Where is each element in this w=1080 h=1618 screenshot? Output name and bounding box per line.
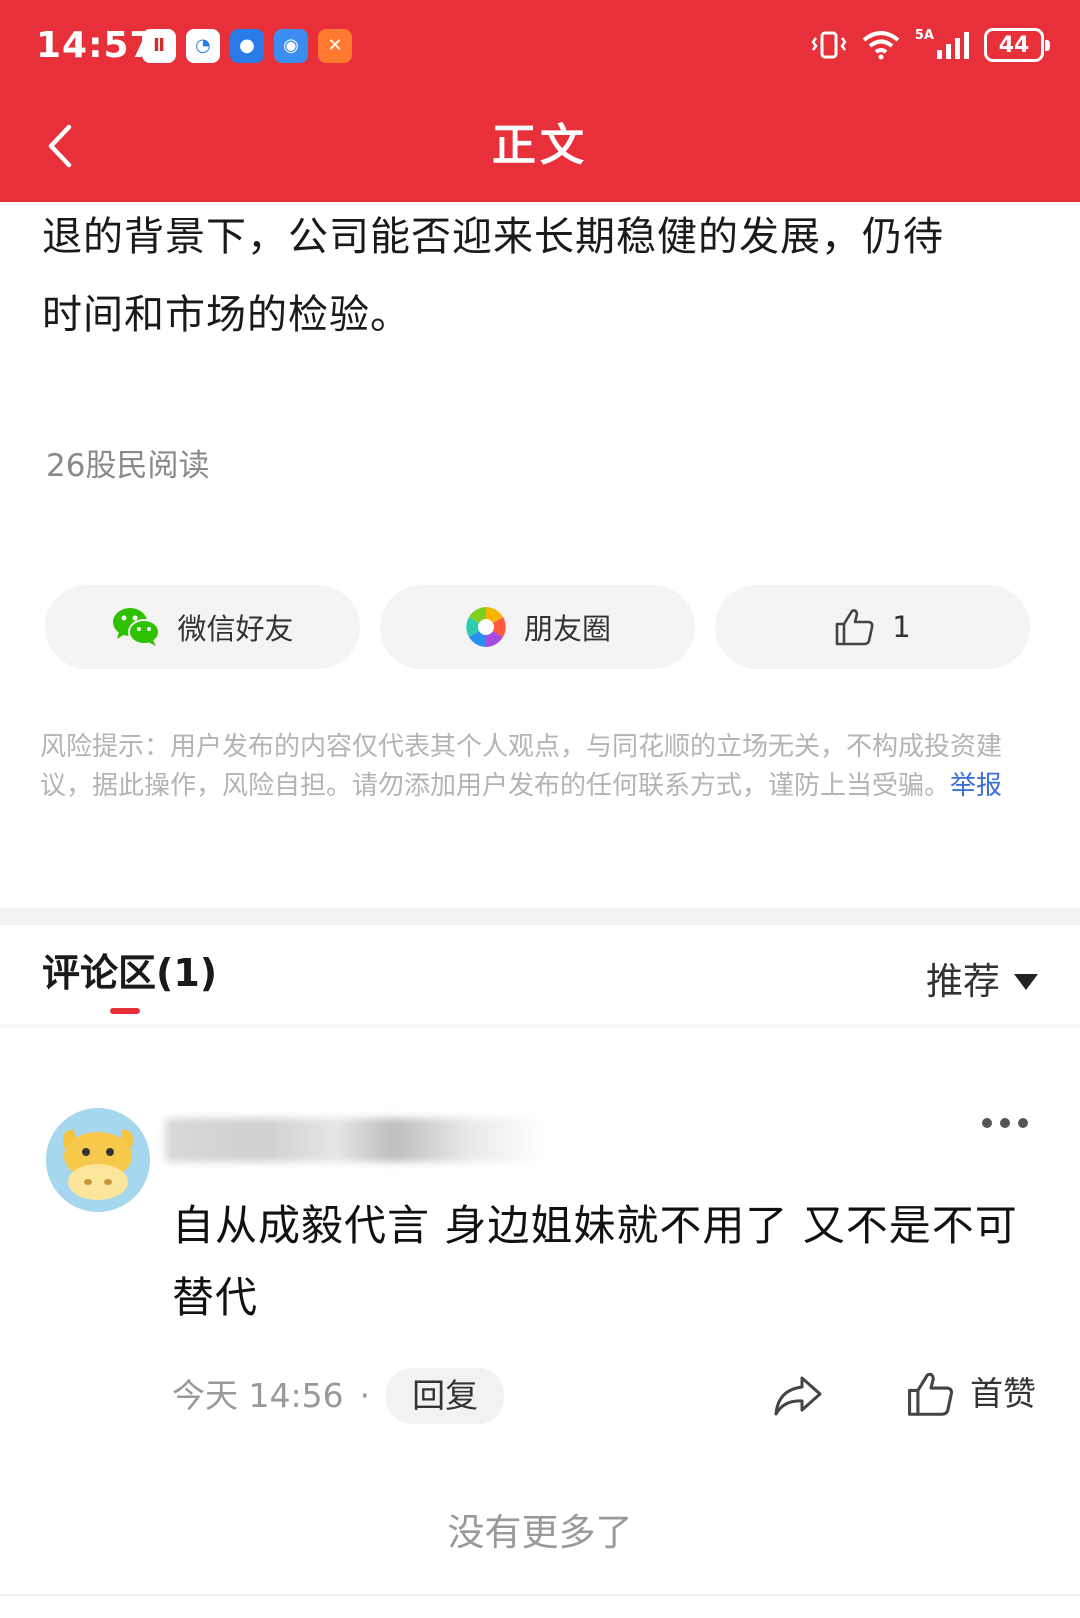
- meta-separator: ·: [359, 1376, 371, 1415]
- more-options-button[interactable]: [982, 1118, 1028, 1128]
- vibrate-icon: [811, 30, 847, 60]
- more-dots-icon: [982, 1118, 992, 1128]
- battery-indicator: 44: [984, 28, 1050, 62]
- more-dots-icon: [1000, 1118, 1010, 1128]
- page-title: 正文: [492, 120, 588, 171]
- share-moments-label: 朋友圈: [523, 612, 611, 646]
- article-body: 退的背景下，公司能否迎来长期稳健的发展，仍待 时间和市场的检验。: [42, 198, 1042, 354]
- section-divider: [0, 908, 1080, 925]
- article-line: 退的背景下，公司能否迎来长期稳健的发展，仍待: [42, 214, 944, 260]
- share-moments-button[interactable]: 朋友圈: [380, 585, 695, 669]
- share-row: 微信好友 朋友圈 1: [45, 585, 1035, 669]
- sort-label: 推荐: [926, 960, 1000, 1003]
- article-line: 时间和市场的检验。: [42, 292, 411, 338]
- moments-aperture-icon: [465, 607, 506, 647]
- comment-sort-dropdown[interactable]: 推荐: [926, 958, 1038, 1006]
- article-page: 14:57 Ⅱ ◔ ● ◉ ✕ 5A 44 正文 退的背景下，公司能否迎来长期稳…: [0, 0, 1080, 1618]
- share-wechat-label: 微信好友: [177, 612, 294, 646]
- broadcast-app-icon: ◉: [274, 29, 308, 63]
- thumbs-up-icon: [908, 1372, 954, 1416]
- avatar[interactable]: [46, 1108, 150, 1212]
- share-wechat-button[interactable]: 微信好友: [45, 585, 360, 669]
- status-time: 14:57: [36, 25, 156, 66]
- more-dots-icon: [1018, 1118, 1028, 1128]
- like-article-button[interactable]: 1: [715, 585, 1030, 669]
- cartoon-cow-avatar-icon: [46, 1108, 150, 1212]
- comments-title[interactable]: 评论区(1): [42, 948, 217, 998]
- status-bar: 14:57 Ⅱ ◔ ● ◉ ✕ 5A 44: [0, 0, 1080, 96]
- comment-share-button[interactable]: [770, 1368, 826, 1424]
- risk-disclaimer: 风险提示：用户发布的内容仅代表其个人观点，与同花顺的立场无关，不构成投资建议，据…: [40, 728, 1040, 806]
- signal-icon: 5A: [915, 29, 970, 60]
- first-like-label: 首赞: [970, 1374, 1036, 1413]
- wechat-icon: [113, 608, 161, 646]
- risk-disclaimer-text: 风险提示：用户发布的内容仅代表其个人观点，与同花顺的立场无关，不构成投资建议，据…: [40, 732, 1003, 801]
- no-more-comments: 没有更多了: [447, 1511, 633, 1554]
- wifi-icon: [861, 30, 901, 60]
- username-redacted: [165, 1118, 545, 1162]
- comment-like-button[interactable]: 首赞: [906, 1368, 1036, 1420]
- nav-bar: 正文: [0, 96, 1080, 202]
- active-tab-indicator: [110, 1008, 140, 1014]
- like-count: 1: [892, 610, 911, 644]
- system-icons: 5A 44: [811, 28, 1050, 62]
- app-header: 14:57 Ⅱ ◔ ● ◉ ✕ 5A 44 正文: [0, 0, 1080, 202]
- notification-icons: Ⅱ ◔ ● ◉ ✕: [142, 29, 352, 63]
- runner-app-icon: ✕: [318, 29, 352, 63]
- message-app-icon: ●: [230, 29, 264, 63]
- bottom-separator: [0, 1594, 1080, 1596]
- share-arrow-icon: [774, 1376, 822, 1416]
- report-link[interactable]: 举报: [950, 771, 1002, 801]
- reply-button[interactable]: 回复: [386, 1368, 505, 1424]
- comment-text: 自从成毅代言 身边姐妹就不用了 又不是不可替代: [172, 1201, 1018, 1322]
- caret-down-icon: [1014, 974, 1038, 990]
- ths-app-icon: Ⅱ: [142, 29, 176, 63]
- comments-header-separator: [0, 1024, 1080, 1028]
- chat-bubble-app-icon: ◔: [186, 29, 220, 63]
- comment-time: 今天 14:56: [172, 1376, 344, 1415]
- thumbs-up-icon: [835, 609, 874, 646]
- comment-meta: 今天 14:56 · 回复: [172, 1368, 505, 1424]
- read-count: 26股民阅读: [46, 448, 210, 484]
